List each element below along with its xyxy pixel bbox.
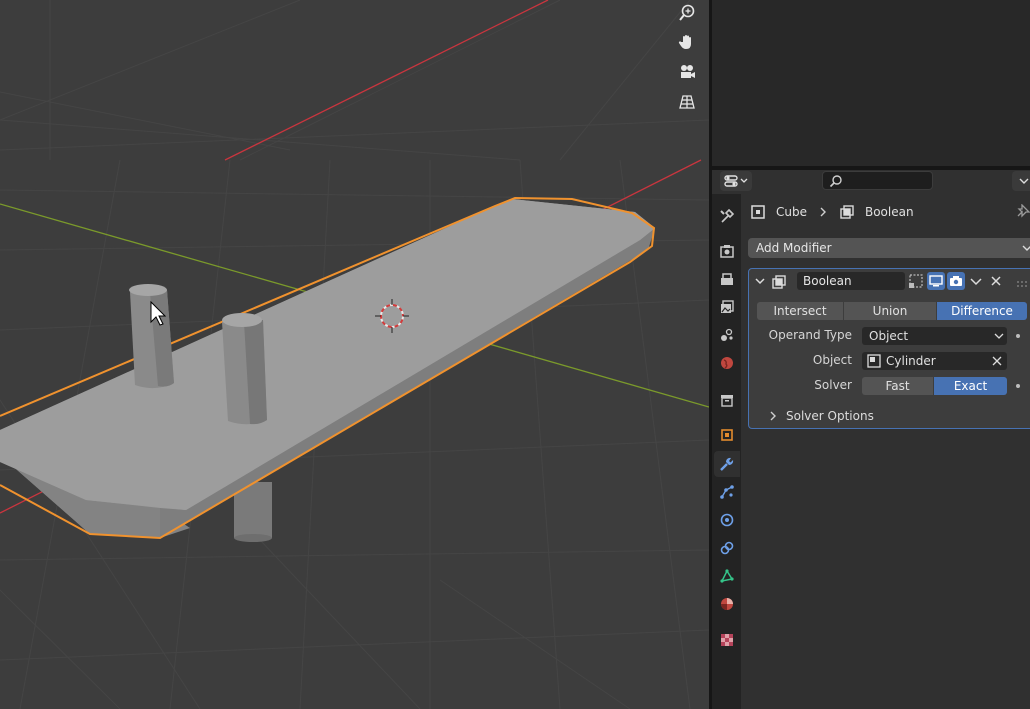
object-icon — [751, 205, 765, 219]
chevron-right-icon — [770, 411, 776, 421]
viewport-display-toggle[interactable] — [927, 272, 945, 290]
tab-modifiers[interactable] — [714, 451, 740, 477]
grid-perspective-icon[interactable] — [674, 89, 700, 115]
breadcrumb-object: Cube — [776, 205, 807, 219]
object-icon — [867, 354, 881, 368]
properties-editor-icon — [724, 175, 748, 187]
animate-property-dot[interactable] — [1016, 384, 1020, 388]
solver-label: Solver — [814, 378, 852, 392]
constraint-icon — [720, 541, 734, 555]
header-options-dropdown[interactable] — [1012, 171, 1030, 191]
add-modifier-dropdown[interactable]: Add Modifier — [748, 238, 1030, 258]
object-label: Object — [812, 353, 852, 367]
material-icon — [721, 598, 733, 610]
output-icon — [721, 273, 733, 285]
solver-options-label: Solver Options — [786, 409, 874, 423]
collection-icon — [721, 395, 733, 407]
boolean-modifier-panel — [748, 268, 1030, 429]
breadcrumb-modifier: Boolean — [864, 205, 914, 219]
chevron-down-icon — [1022, 238, 1030, 264]
physics-icon — [720, 513, 734, 527]
operation-difference-button[interactable]: Difference — [937, 302, 1027, 320]
tab-object[interactable] — [714, 422, 740, 448]
zoom-icon[interactable] — [674, 0, 700, 26]
operand-type-value: Object — [869, 329, 909, 343]
drag-handle-icon[interactable] — [1015, 277, 1030, 287]
tab-render[interactable] — [714, 238, 740, 264]
3d-viewport[interactable] — [0, 0, 709, 709]
properties-search-input[interactable] — [822, 171, 933, 190]
remove-modifier-button[interactable] — [987, 272, 1005, 290]
breadcrumb: Cube Boolean — [750, 203, 914, 221]
tab-world[interactable] — [714, 350, 740, 376]
chevron-down-icon — [1019, 178, 1029, 184]
editor-type-dropdown[interactable] — [720, 171, 752, 191]
wrench-icon — [720, 457, 734, 471]
camera-icon[interactable] — [674, 59, 700, 85]
texture-icon — [721, 634, 733, 646]
operation-union-button[interactable]: Union — [844, 302, 936, 320]
x-axis-line — [224, 0, 549, 161]
cylinder-middle[interactable] — [222, 313, 267, 425]
boolean-modifier-icon — [771, 274, 787, 293]
chevron-down-icon — [994, 333, 1004, 339]
render-toggle[interactable] — [947, 272, 965, 290]
render-icon — [720, 245, 734, 258]
tab-constraints[interactable] — [714, 535, 740, 561]
tool-icon — [720, 208, 735, 223]
viewport-scene[interactable] — [0, 0, 709, 709]
pin-icon[interactable] — [1016, 203, 1030, 221]
tab-physics[interactable] — [714, 507, 740, 533]
tab-scene[interactable] — [714, 322, 740, 348]
tab-collection[interactable] — [714, 387, 740, 413]
collapse-chevron-icon[interactable] — [754, 275, 766, 290]
operand-type-label: Operand Type — [768, 328, 852, 342]
hand-pan-icon[interactable] — [674, 29, 700, 55]
operation-intersect-button[interactable]: Intersect — [757, 302, 843, 320]
solver-fast-button[interactable]: Fast — [862, 377, 933, 395]
chevron-right-icon — [820, 207, 826, 217]
monitor-icon — [929, 275, 943, 287]
solver-exact-button[interactable]: Exact — [934, 377, 1007, 395]
tab-material[interactable] — [714, 591, 740, 617]
view-layer-icon — [721, 300, 734, 313]
scene-icon — [721, 328, 733, 341]
chevron-down-icon — [970, 278, 982, 286]
animate-property-dot[interactable] — [1016, 334, 1020, 338]
modifier-options-dropdown[interactable] — [967, 272, 985, 290]
add-modifier-label: Add Modifier — [756, 241, 832, 255]
tab-output[interactable] — [714, 266, 740, 292]
boolean-modifier-icon — [840, 205, 854, 219]
clear-icon[interactable] — [992, 356, 1002, 366]
object-picker-field[interactable]: Cylinder — [862, 352, 1007, 370]
mesh-data-icon — [720, 569, 734, 583]
outliner-area[interactable] — [712, 0, 1030, 166]
tab-view-layer[interactable] — [714, 294, 740, 320]
close-icon — [991, 276, 1001, 286]
tab-particles[interactable] — [714, 479, 740, 505]
object-icon — [721, 429, 733, 441]
edit-mode-icon — [909, 274, 923, 288]
world-icon — [721, 357, 733, 369]
edit-mode-toggle[interactable] — [907, 272, 925, 290]
tab-data[interactable] — [714, 563, 740, 589]
cylinder-left[interactable] — [129, 284, 174, 389]
search-icon — [829, 175, 842, 188]
solver-options-subpanel[interactable]: Solver Options — [768, 409, 874, 423]
particles-icon — [720, 485, 734, 499]
modifier-name-field[interactable]: Boolean — [797, 272, 905, 290]
tab-texture[interactable] — [714, 627, 740, 653]
camera-render-icon — [950, 276, 962, 286]
object-value: Cylinder — [886, 354, 936, 368]
tab-tool[interactable] — [714, 203, 740, 229]
operand-type-dropdown[interactable]: Object — [862, 327, 1007, 345]
